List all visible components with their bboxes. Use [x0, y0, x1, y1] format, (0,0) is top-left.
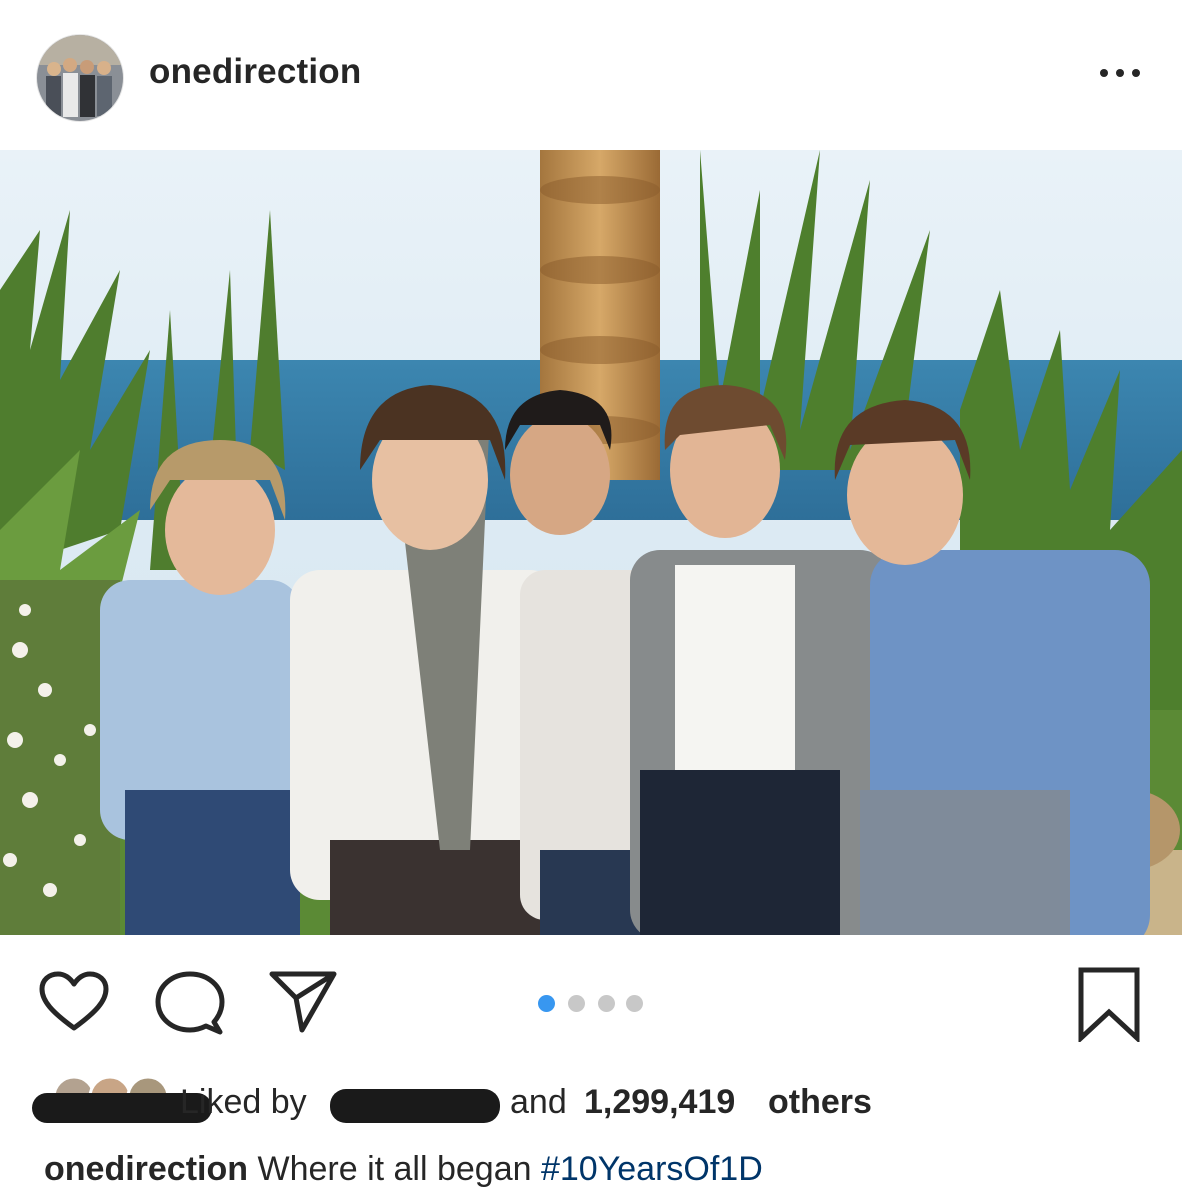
like-button[interactable]	[38, 970, 110, 1034]
avatar-photo	[37, 35, 123, 121]
paper-plane-icon	[269, 971, 337, 1033]
carousel-dot	[626, 995, 643, 1012]
save-button[interactable]	[1076, 966, 1142, 1044]
instagram-post: onedirection Liked by and 1,299,419 othe…	[0, 0, 1182, 1200]
post-photo[interactable]	[0, 150, 1182, 935]
bookmark-icon	[1078, 967, 1140, 1044]
more-options-button[interactable]	[1096, 60, 1144, 86]
profile-avatar[interactable]	[36, 34, 124, 122]
redacted-username	[330, 1089, 500, 1123]
post-caption: onedirection Where it all began #10Years…	[44, 1150, 763, 1189]
carousel-indicator	[538, 995, 648, 1013]
likes-count[interactable]: 1,299,419	[584, 1083, 735, 1122]
caption-text: Where it all began	[257, 1150, 532, 1188]
ellipsis-icon	[1100, 69, 1140, 77]
comment-button[interactable]	[154, 970, 226, 1038]
and-label: and	[510, 1083, 567, 1121]
carousel-dot-active	[538, 995, 555, 1012]
others-label[interactable]: others	[768, 1083, 872, 1122]
liked-by-label: Liked by	[180, 1083, 307, 1121]
share-button[interactable]	[268, 968, 338, 1034]
header-username[interactable]: onedirection	[149, 52, 361, 92]
group-photo	[0, 150, 1182, 935]
likes-row[interactable]: Liked by and 1,299,419 others	[30, 1075, 1130, 1131]
post-header: onedirection	[0, 0, 1182, 148]
caption-hashtag[interactable]: #10YearsOf1D	[541, 1150, 763, 1188]
comment-bubble-icon	[155, 971, 225, 1035]
carousel-dot	[568, 995, 585, 1012]
carousel-dot	[598, 995, 615, 1012]
heart-icon	[39, 971, 109, 1031]
caption-username[interactable]: onedirection	[44, 1150, 248, 1188]
